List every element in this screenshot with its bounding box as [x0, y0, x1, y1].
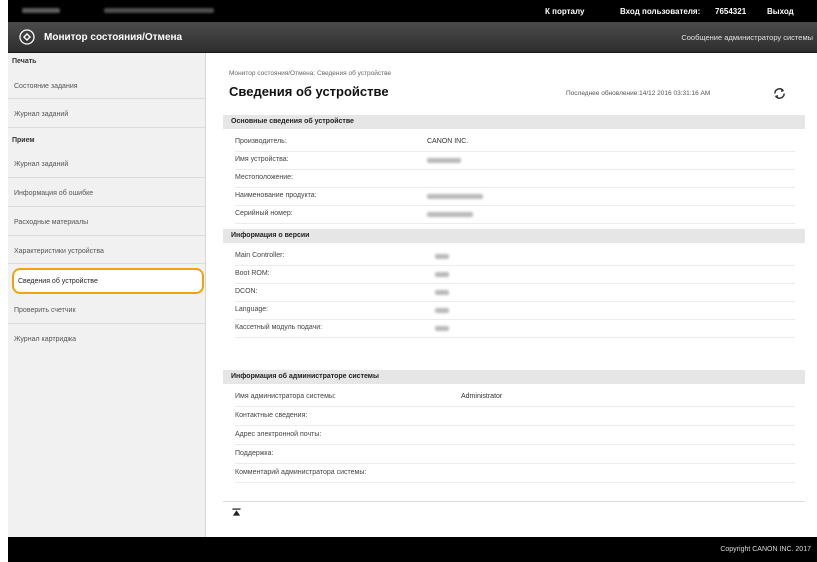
login-user-id: 7654321	[715, 7, 747, 16]
top-bar: К порталу Вход пользователя: 7654321 Вых…	[8, 0, 817, 22]
section-title: Информация о версии	[231, 232, 310, 239]
logout-link[interactable]: Выход	[767, 7, 794, 16]
redacted-device-name	[104, 8, 214, 13]
info-row: Имя устройства:	[235, 152, 795, 170]
sidebar-section-receive: Прием	[12, 137, 35, 144]
section-header-version-info: Информация о версии	[223, 229, 805, 243]
sidebar-item-receive-job-log[interactable]: Журнал заданий	[14, 161, 68, 168]
field-value: Administrator	[461, 393, 503, 400]
info-row: Серийный номер:	[235, 206, 795, 224]
redacted-value	[435, 272, 449, 277]
page-title: Сведения об устройстве	[229, 84, 389, 99]
redacted-value	[435, 290, 449, 295]
field-label: DCON:	[235, 288, 258, 295]
divider	[8, 206, 206, 207]
sidebar-item-device-features[interactable]: Характеристики устройства	[14, 248, 104, 255]
info-row: Наименование продукта:	[235, 188, 795, 206]
field-label: Местоположение:	[235, 174, 294, 181]
field-label: Имя администратора системы:	[235, 393, 336, 400]
field-label: Поддержка:	[235, 450, 274, 457]
field-value: CANON INC.	[427, 138, 469, 145]
divider	[223, 501, 805, 502]
field-label: Boot ROM:	[235, 270, 270, 277]
field-label: Кассетный модуль подачи:	[235, 324, 323, 331]
redacted-value	[427, 212, 473, 217]
field-label: Комментарий администратора системы:	[235, 469, 367, 476]
field-label: Контактные сведения:	[235, 412, 308, 419]
info-row: Main Controller:	[235, 248, 795, 266]
sidebar-item-label: Сведения об устройстве	[18, 278, 98, 285]
sidebar-item-error-info[interactable]: Информация об ошибке	[14, 190, 93, 197]
title-bar: Монитор состояния/Отмена Сообщение админ…	[8, 22, 817, 53]
info-row: Поддержка:	[235, 446, 795, 464]
section-header-admin-info: Информация об администраторе системы	[223, 370, 805, 384]
section-header-basic-info: Основные сведения об устройстве	[223, 115, 805, 129]
sidebar-item-device-info[interactable]: Сведения об устройстве	[12, 268, 204, 294]
sidebar: Печать Состояние задания Журнал заданий …	[8, 53, 206, 537]
info-row: Boot ROM:	[235, 266, 795, 284]
sidebar-item-check-counter[interactable]: Проверить счетчик	[14, 307, 76, 314]
field-label: Производитель:	[235, 138, 287, 145]
field-label: Language:	[235, 306, 269, 313]
field-label: Main Controller:	[235, 252, 285, 259]
sidebar-item-consumables[interactable]: Расходные материалы	[14, 219, 88, 226]
info-row: Language:	[235, 302, 795, 320]
field-label: Наименование продукта:	[235, 192, 317, 199]
divider	[8, 235, 206, 236]
login-user-label: Вход пользователя:	[620, 7, 701, 16]
info-row: Производитель: CANON INC.	[235, 134, 795, 152]
info-row: Контактные сведения:	[235, 408, 795, 426]
divider	[8, 263, 206, 264]
divider	[8, 177, 206, 178]
divider	[8, 127, 206, 128]
redacted-value	[427, 194, 483, 199]
main-content: Монитор состояния/Отмена: Сведения об ус…	[206, 53, 817, 537]
info-row: Комментарий администратора системы:	[235, 465, 795, 483]
monitor-icon	[19, 29, 35, 45]
info-row: Имя администратора системы: Administrato…	[235, 389, 795, 407]
footer: Copyright CANON INC. 2017	[8, 537, 817, 562]
sidebar-section-print: Печать	[12, 58, 37, 65]
field-label: Серийный номер:	[235, 210, 293, 217]
copyright: Copyright CANON INC. 2017	[720, 546, 811, 553]
app-title: Монитор состояния/Отмена	[44, 32, 183, 43]
info-row: DCON:	[235, 284, 795, 302]
info-row: Местоположение:	[235, 170, 795, 188]
field-label: Имя устройства:	[235, 156, 289, 163]
redacted-value	[435, 326, 449, 331]
admin-message-link[interactable]: Сообщение администратору системы	[681, 33, 813, 42]
refresh-icon[interactable]	[773, 87, 786, 100]
breadcrumb: Монитор состояния/Отмена: Сведения об ус…	[229, 70, 392, 77]
back-to-top-icon[interactable]	[232, 508, 241, 517]
sidebar-item-job-status[interactable]: Состояние задания	[14, 83, 78, 90]
redacted-value	[435, 254, 449, 259]
info-row: Кассетный модуль подачи:	[235, 320, 795, 338]
sidebar-item-cartridge-log[interactable]: Журнал картриджа	[14, 336, 76, 343]
redacted-value	[427, 158, 461, 163]
portal-link[interactable]: К порталу	[545, 7, 584, 16]
divider	[8, 323, 206, 324]
sidebar-item-print-job-log[interactable]: Журнал заданий	[14, 111, 68, 118]
redacted-logo	[22, 8, 60, 13]
section-title: Информация об администраторе системы	[231, 373, 379, 380]
info-row: Адрес электронной почты:	[235, 427, 795, 445]
divider	[8, 98, 206, 99]
redacted-value	[435, 308, 449, 313]
section-title: Основные сведения об устройстве	[231, 118, 354, 125]
last-updated-label: Последнее обновление:14/12 2016 03:31:16…	[566, 90, 711, 97]
field-label: Адрес электронной почты:	[235, 431, 322, 438]
